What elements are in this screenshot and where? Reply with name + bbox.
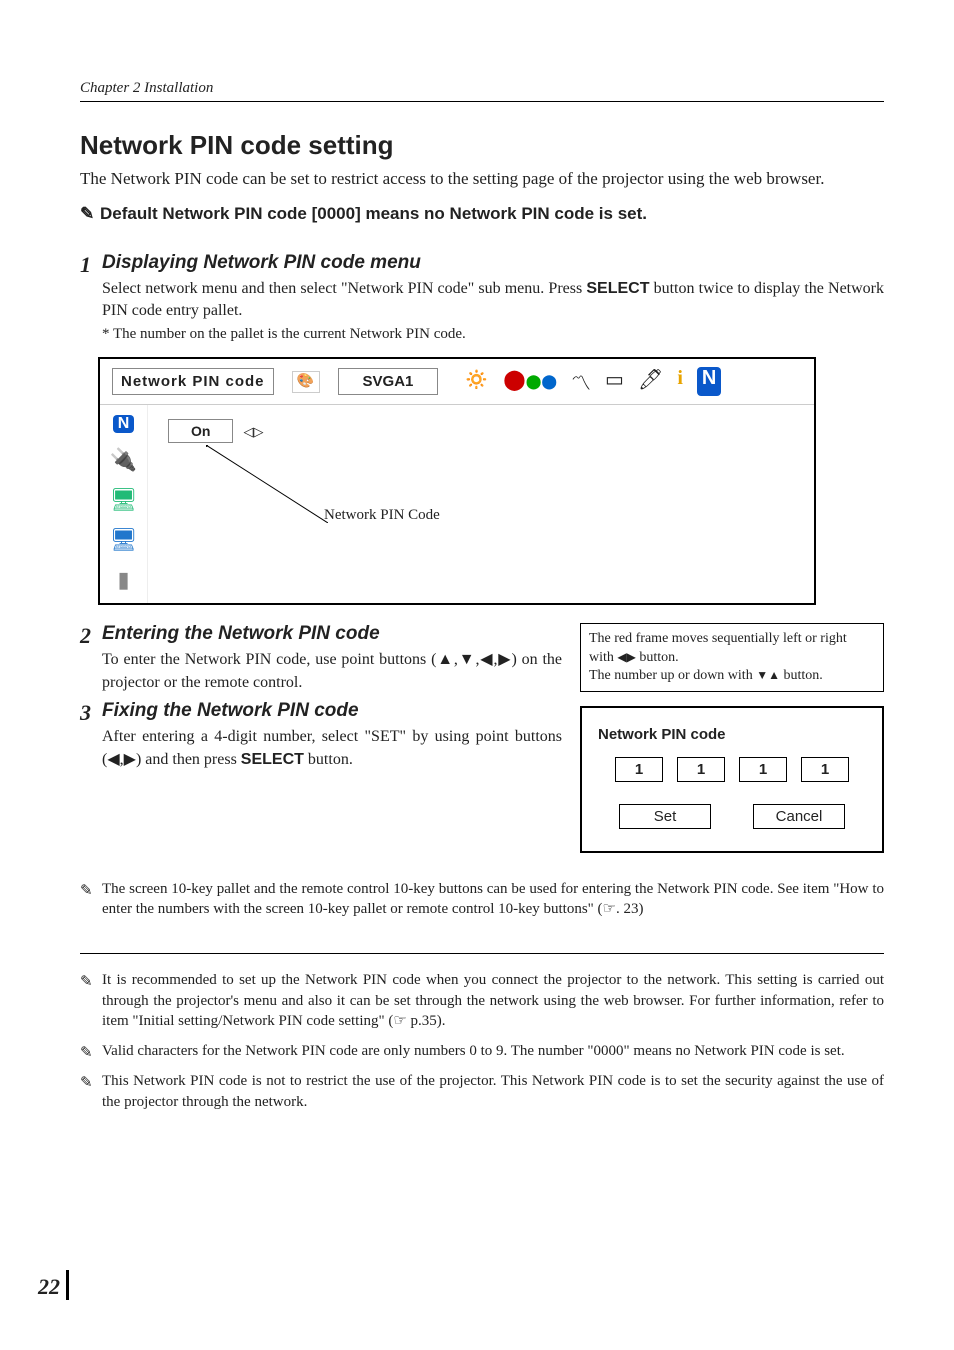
left-arrow-icon: ◀	[617, 650, 626, 664]
hint-line-1: The red frame moves sequentially left or…	[589, 630, 875, 666]
pin-digits: 1 1 1 1	[598, 757, 866, 782]
step-body-b: button.	[304, 751, 353, 768]
pencil-icon: ✎	[80, 1043, 96, 1063]
page-number-value: 22	[38, 1274, 60, 1299]
osd-main: On ◁▷ Network PIN Code	[148, 405, 814, 603]
footnote-2: ✎ Valid characters for the Network PIN c…	[80, 1041, 884, 1061]
step-title: Fixing the Network PIN code	[102, 700, 562, 722]
step-number: 1	[80, 252, 91, 278]
step-body: After entering a 4-digit number, select …	[102, 726, 562, 771]
step-3: 3 Fixing the Network PIN code After ente…	[80, 700, 562, 771]
running-head: Chapter 2 Installation	[80, 80, 884, 102]
network-n-icon: N	[113, 415, 135, 433]
tip-text: The screen 10-key pallet and the remote …	[102, 881, 884, 917]
network-n-icon: N	[697, 367, 721, 396]
screen-icon: ▭	[605, 367, 624, 396]
hint-box: The red frame moves sequentially left or…	[580, 623, 884, 692]
default-pin-note: ✎Default Network PIN code [0000] means n…	[80, 204, 884, 224]
hint-text: button.	[783, 668, 822, 683]
footnote-text: It is recommended to set up the Network …	[102, 972, 884, 1029]
pin-digit-4[interactable]: 1	[801, 757, 849, 782]
osd-toolbar: 🔅 ⬤⬤⬤ 〽 ▭ 🖊 i N	[464, 367, 721, 396]
pin-digit-1[interactable]: 1	[615, 757, 663, 782]
osd-menu-label: Network PIN code	[112, 368, 274, 395]
osd-resolution: SVGA1	[338, 368, 439, 395]
down-arrow-icon: ▼	[756, 668, 768, 682]
palette-icon: 🎨	[292, 371, 320, 393]
section-title: Network PIN code setting	[80, 130, 884, 161]
pc1-icon: 🖥	[110, 487, 138, 513]
cancel-button[interactable]: Cancel	[753, 804, 845, 829]
up-arrow-icon: ▲	[768, 668, 780, 682]
leader-line	[206, 445, 328, 523]
hint-line-2: The number up or down with ▼▲ button.	[589, 667, 875, 685]
pin-digit-2[interactable]: 1	[677, 757, 725, 782]
right-arrow-icon: ▶	[627, 650, 636, 664]
footnote-3: ✎ This Network PIN code is not to restri…	[80, 1071, 884, 1112]
diag-icon: 〽	[571, 367, 591, 396]
pin-digit-3[interactable]: 1	[739, 757, 787, 782]
step-number: 2	[80, 623, 91, 649]
pc2-icon: 🖥	[110, 527, 138, 553]
osd-header: Network PIN code 🎨 SVGA1 🔅 ⬤⬤⬤ 〽 ▭ 🖊 i N	[100, 359, 814, 405]
hint-text: The number up or down with	[589, 668, 753, 683]
page-number: 22	[38, 1270, 69, 1300]
default-pin-text: Default Network PIN code [0000] means no…	[100, 204, 647, 223]
step-body: Select network menu and then select "Net…	[102, 278, 884, 323]
select-keyword: SELECT	[586, 280, 649, 297]
info-icon: i	[677, 367, 683, 396]
select-keyword: SELECT	[241, 751, 304, 768]
pencil-icon: ✎	[80, 204, 96, 224]
left-right-arrows-icon: ◁▷	[243, 424, 263, 440]
pin-entry-title: Network PIN code	[598, 726, 866, 743]
osd-callout-label: Network PIN Code	[324, 507, 440, 524]
step-2: 2 Entering the Network PIN code To enter…	[80, 623, 562, 694]
brush-icon: 🖊	[638, 367, 663, 396]
osd-on-value: On	[168, 419, 233, 443]
separator	[80, 953, 884, 954]
pencil-icon: ✎	[80, 1073, 96, 1093]
lamp-icon: 🔅	[464, 367, 489, 396]
color-dots-icon: ⬤⬤⬤	[503, 367, 557, 396]
footnote-1: ✎ It is recommended to set up the Networ…	[80, 970, 884, 1031]
pencil-icon: ✎	[80, 972, 96, 992]
pencil-icon: ✎	[80, 881, 96, 901]
section-lead: The Network PIN code can be set to restr…	[80, 167, 884, 192]
pin-entry-box: Network PIN code 1 1 1 1 Set Cancel	[580, 706, 884, 853]
hint-text: button.	[639, 650, 678, 665]
pin-buttons: Set Cancel	[598, 804, 866, 829]
step-number: 3	[80, 700, 91, 726]
page-number-bar	[66, 1270, 69, 1300]
step-title: Entering the Network PIN code	[102, 623, 562, 645]
step-body: To enter the Network PIN code, use point…	[102, 649, 562, 694]
card-icon: ▮	[117, 567, 129, 593]
footnote-text: This Network PIN code is not to restrict…	[102, 1073, 884, 1109]
step-title: Displaying Network PIN code menu	[102, 252, 884, 274]
step-star-note: * The number on the pallet is the curren…	[102, 326, 884, 343]
step-1: 1 Displaying Network PIN code menu Selec…	[80, 252, 884, 344]
adapter-icon: 🔌	[110, 447, 137, 473]
step-body-a: Select network menu and then select "Net…	[102, 280, 586, 297]
tip-10key: ✎ The screen 10-key pallet and the remot…	[80, 879, 884, 920]
footnote-text: Valid characters for the Network PIN cod…	[102, 1043, 845, 1059]
osd-sidebar: N 🔌 🖥 🖥 ▮	[100, 405, 148, 603]
osd-screenshot: Network PIN code 🎨 SVGA1 🔅 ⬤⬤⬤ 〽 ▭ 🖊 i N…	[98, 357, 816, 605]
set-button[interactable]: Set	[619, 804, 711, 829]
